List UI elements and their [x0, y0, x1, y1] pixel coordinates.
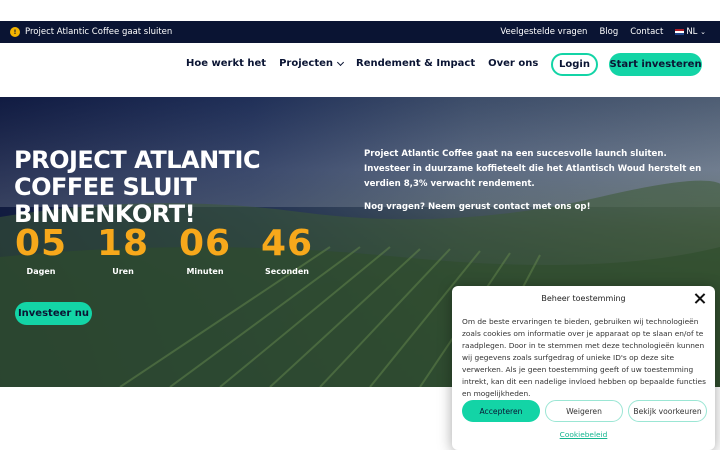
countdown-hours-label: Uren: [112, 267, 134, 276]
announcement[interactable]: ! Project Atlantic Coffee gaat sluiten: [10, 27, 172, 37]
countdown-days-value: 05: [14, 223, 68, 264]
page: ! Project Atlantic Coffee gaat sluiten V…: [0, 0, 720, 450]
flag-nl-icon: [675, 28, 685, 35]
invest-now-button[interactable]: Investeer nu: [15, 302, 92, 325]
countdown-minutes-label: Minuten: [186, 267, 224, 276]
cookie-dialog-text: Om de beste ervaringen te bieden, gebrui…: [462, 317, 706, 398]
close-icon[interactable]: [694, 293, 705, 304]
countdown-timer: 05 Dagen 18 Uren 06 Minuten 46 Seconden: [14, 223, 314, 277]
language-label: NL: [686, 27, 698, 37]
cookie-consent-dialog: Beheer toestemming Om de beste ervaringe…: [452, 286, 715, 450]
announcement-bar: ! Project Atlantic Coffee gaat sluiten V…: [0, 21, 720, 43]
announcement-text[interactable]: Project Atlantic Coffee gaat sluiten: [25, 27, 172, 37]
view-preferences-button[interactable]: Bekijk voorkeuren: [628, 400, 707, 422]
hero-contact-text: Nog vragen? Neem gerust contact met ons …: [364, 202, 591, 212]
hero-description-text: Project Atlantic Coffee gaat na een succ…: [364, 149, 702, 189]
login-button[interactable]: Login: [551, 53, 598, 76]
accept-cookies-button[interactable]: Accepteren: [462, 400, 540, 422]
nav-item-how-it-works[interactable]: Hoe werkt het: [186, 58, 266, 69]
nav-item-about-us[interactable]: Over ons: [488, 58, 538, 69]
countdown-hours: 18 Uren: [96, 223, 150, 277]
nav-item-returns-impact[interactable]: Rendement & Impact: [356, 58, 475, 69]
start-investing-button[interactable]: Start investeren: [609, 53, 702, 76]
countdown-days: 05 Dagen: [14, 223, 68, 277]
nav-item-projects-label: Projecten: [279, 58, 334, 69]
cookie-buttons: Accepteren Weigeren Bekijk voorkeuren: [462, 400, 707, 422]
faq-link[interactable]: Veelgestelde vragen: [500, 27, 587, 37]
hero-description: Project Atlantic Coffee gaat na een succ…: [364, 147, 704, 215]
nav-menu: Hoe werkt het Projecten Rendement & Impa…: [186, 58, 538, 69]
countdown-seconds-label: Seconden: [265, 267, 309, 276]
cookie-policy-link[interactable]: Cookiebeleid: [452, 430, 715, 439]
top-links: Veelgestelde vragen Blog Contact NL ⌄: [500, 27, 706, 37]
deny-cookies-button[interactable]: Weigeren: [545, 400, 623, 422]
alert-icon: !: [10, 27, 20, 37]
blog-link[interactable]: Blog: [599, 27, 618, 37]
hero-title: Project Atlantic Coffee sluit binnenkort…: [14, 146, 261, 228]
countdown-hours-value: 18: [96, 223, 150, 264]
cookie-dialog-title: Beheer toestemming: [541, 294, 626, 303]
countdown-seconds-value: 46: [260, 223, 314, 264]
countdown-seconds: 46 Seconden: [260, 223, 314, 277]
contact-link[interactable]: Contact: [630, 27, 663, 37]
main-navigation: Hoe werkt het Projecten Rendement & Impa…: [0, 43, 720, 97]
countdown-days-label: Dagen: [26, 267, 56, 276]
countdown-minutes-value: 06: [178, 223, 232, 264]
language-selector[interactable]: NL ⌄: [675, 27, 706, 37]
nav-item-projects[interactable]: Projecten: [279, 58, 345, 69]
countdown-minutes: 06 Minuten: [178, 223, 232, 277]
chevron-down-icon: [336, 58, 345, 66]
chevron-down-icon: ⌄: [700, 28, 706, 36]
